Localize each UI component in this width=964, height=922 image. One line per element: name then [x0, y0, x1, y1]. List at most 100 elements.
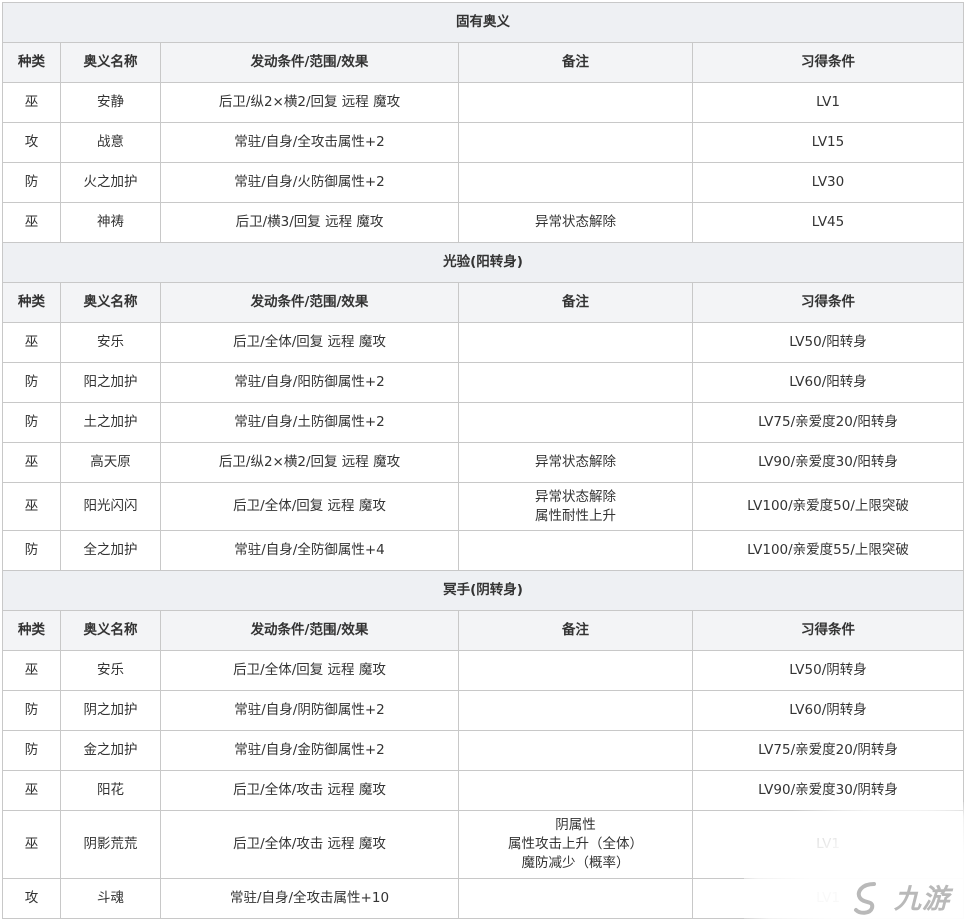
note-cell: [458, 82, 693, 123]
skills-table: 固有奥义 种类 奥义名称 发动条件/范围/效果 备注 习得条件巫安静 后卫/纵2×横2/回复…: [1, 2, 964, 919]
effect-cell: 后卫/全体/攻击 远程 魔攻: [160, 770, 459, 811]
column-header: 奥义名称: [60, 282, 161, 323]
effect-cell: 常驻/自身/全攻击属性+10: [160, 878, 459, 919]
name-cell: 安乐: [60, 650, 161, 691]
requirement-cell: LV75/亲爱度20/阳转身: [691, 402, 964, 443]
table-row: 巫阴影荒荒 后卫/全体/攻击 远程 魔攻 阴属性属性攻击上升（全体） 魔防减少（概率）…: [2, 810, 964, 879]
table-row: 防全之加护 常驻/自身/全防御属性+4 LV100/亲爱度55/上限突破: [2, 530, 964, 571]
note-line: 阴属性: [555, 817, 596, 833]
effect-cell: 常驻/自身/土防御属性+2: [160, 402, 459, 443]
note-line: 异常状态解除: [535, 454, 616, 470]
table-row: 巫安乐 后卫/全体/回复 远程 魔攻 LV50/阳转身: [2, 322, 964, 363]
note-cell: [458, 730, 693, 771]
note-cell: [458, 362, 693, 403]
type-cell: 巫: [2, 322, 61, 363]
column-header-row: 种类 奥义名称 发动条件/范围/效果 备注 习得条件: [2, 282, 964, 323]
table-row: 防火之加护 常驻/自身/火防御属性+2 LV30: [2, 162, 964, 203]
column-header: 习得条件: [691, 610, 964, 651]
note-cell: [458, 650, 693, 691]
effect-cell: 后卫/全体/攻击 远程 魔攻: [160, 810, 459, 879]
section-title-row: 固有奥义: [1, 2, 964, 43]
note-cell: [458, 162, 693, 203]
section-title: 光验(阳转身): [1, 242, 964, 283]
requirement-cell: LV90/亲爱度30/阳转身: [691, 442, 964, 483]
effect-cell: 后卫/横3/回复 远程 魔攻: [160, 202, 459, 243]
table-row: 防阴之加护 常驻/自身/阴防御属性+2 LV60/阴转身: [2, 690, 964, 731]
note-line: 魔防减少（概率）: [521, 855, 630, 871]
note-cell: [458, 402, 693, 443]
note-cell: [458, 122, 693, 163]
table-row: 巫阳光闪闪 后卫/全体/回复 远程 魔攻 异常状态解除 属性耐性上升 LV100/亲爱度…: [2, 482, 964, 531]
name-cell: 火之加护: [60, 162, 161, 203]
name-cell: 安乐: [60, 322, 161, 363]
requirement-cell: LV15: [691, 122, 964, 163]
type-cell: 巫: [2, 650, 61, 691]
column-header: 备注: [458, 610, 693, 651]
name-cell: 阴影荒荒: [60, 810, 161, 879]
column-header: 种类: [2, 42, 61, 83]
effect-cell: 后卫/全体/回复 远程 魔攻: [160, 650, 459, 691]
name-cell: 神祷: [60, 202, 161, 243]
table-row: 攻战意 常驻/自身/全攻击属性+2 LV15: [2, 122, 964, 163]
note-cell: [458, 878, 693, 919]
section-title: 冥手(阴转身): [1, 570, 964, 611]
effect-cell: 后卫/纵2×横2/回复 远程 魔攻: [160, 442, 459, 483]
effect-cell: 后卫/纵2×横2/回复 远程 魔攻: [160, 82, 459, 123]
note-line: 属性攻击上升（全体）: [508, 836, 643, 852]
column-header: 种类: [2, 610, 61, 651]
table-row: 攻斗魂 常驻/自身/全攻击属性+10 LV1: [2, 878, 964, 919]
type-cell: 防: [2, 530, 61, 571]
requirement-cell: LV100/亲爱度55/上限突破: [691, 530, 964, 571]
type-cell: 巫: [2, 442, 61, 483]
note-line: 属性耐性上升: [535, 507, 616, 524]
column-header: 备注: [458, 42, 693, 83]
note-cell: [458, 530, 693, 571]
requirement-cell: LV1: [691, 82, 964, 123]
note-line: 异常状态解除: [535, 488, 616, 505]
name-cell: 高天原: [60, 442, 161, 483]
type-cell: 巫: [2, 202, 61, 243]
note-cell: 异常状态解除: [458, 442, 693, 483]
requirement-cell: LV1: [691, 810, 964, 879]
effect-cell: 后卫/全体/回复 远程 魔攻: [160, 482, 459, 531]
column-header-row: 种类 奥义名称 发动条件/范围/效果 备注 习得条件: [2, 42, 964, 83]
table-row: 巫安乐 后卫/全体/回复 远程 魔攻 LV50/阴转身: [2, 650, 964, 691]
column-header: 习得条件: [691, 282, 964, 323]
name-cell: 金之加护: [60, 730, 161, 771]
requirement-cell: LV30: [691, 162, 964, 203]
requirement-cell: LV45: [691, 202, 964, 243]
effect-cell: 常驻/自身/阴防御属性+2: [160, 690, 459, 731]
column-header-row: 种类 奥义名称 发动条件/范围/效果 备注 习得条件: [2, 610, 964, 651]
type-cell: 防: [2, 690, 61, 731]
section-title-row: 冥手(阴转身): [1, 570, 964, 611]
table-row: 巫阳花 后卫/全体/攻击 远程 魔攻 LV90/亲爱度30/阴转身: [2, 770, 964, 811]
column-header: 发动条件/范围/效果: [160, 42, 459, 83]
type-cell: 巫: [2, 770, 61, 811]
type-cell: 巫: [2, 810, 61, 879]
note-cell: 异常状态解除 属性耐性上升: [458, 482, 693, 531]
column-header: 种类: [2, 282, 61, 323]
table-row: 巫高天原 后卫/纵2×横2/回复 远程 魔攻 异常状态解除 LV90/亲爱度30/阳转…: [2, 442, 964, 483]
type-cell: 防: [2, 730, 61, 771]
name-cell: 全之加护: [60, 530, 161, 571]
type-cell: 防: [2, 402, 61, 443]
type-cell: 巫: [2, 82, 61, 123]
requirement-cell: LV60/阴转身: [691, 690, 964, 731]
table-row: 巫安静 后卫/纵2×横2/回复 远程 魔攻 LV1: [2, 82, 964, 123]
requirement-cell: LV100/亲爱度50/上限突破: [691, 482, 964, 531]
type-cell: 攻: [2, 878, 61, 919]
effect-cell: 常驻/自身/全防御属性+4: [160, 530, 459, 571]
name-cell: 阴之加护: [60, 690, 161, 731]
note-cell: [458, 322, 693, 363]
requirement-cell: LV60/阳转身: [691, 362, 964, 403]
type-cell: 防: [2, 162, 61, 203]
note-cell: 异常状态解除: [458, 202, 693, 243]
table-row: 防阳之加护 常驻/自身/阳防御属性+2 LV60/阳转身: [2, 362, 964, 403]
effect-cell: 常驻/自身/全攻击属性+2: [160, 122, 459, 163]
name-cell: 阳光闪闪: [60, 482, 161, 531]
requirement-cell: LV50/阳转身: [691, 322, 964, 363]
column-header: 发动条件/范围/效果: [160, 610, 459, 651]
section-title: 固有奥义: [1, 2, 964, 43]
name-cell: 安静: [60, 82, 161, 123]
table-row: 防金之加护 常驻/自身/金防御属性+2 LV75/亲爱度20/阴转身: [2, 730, 964, 771]
